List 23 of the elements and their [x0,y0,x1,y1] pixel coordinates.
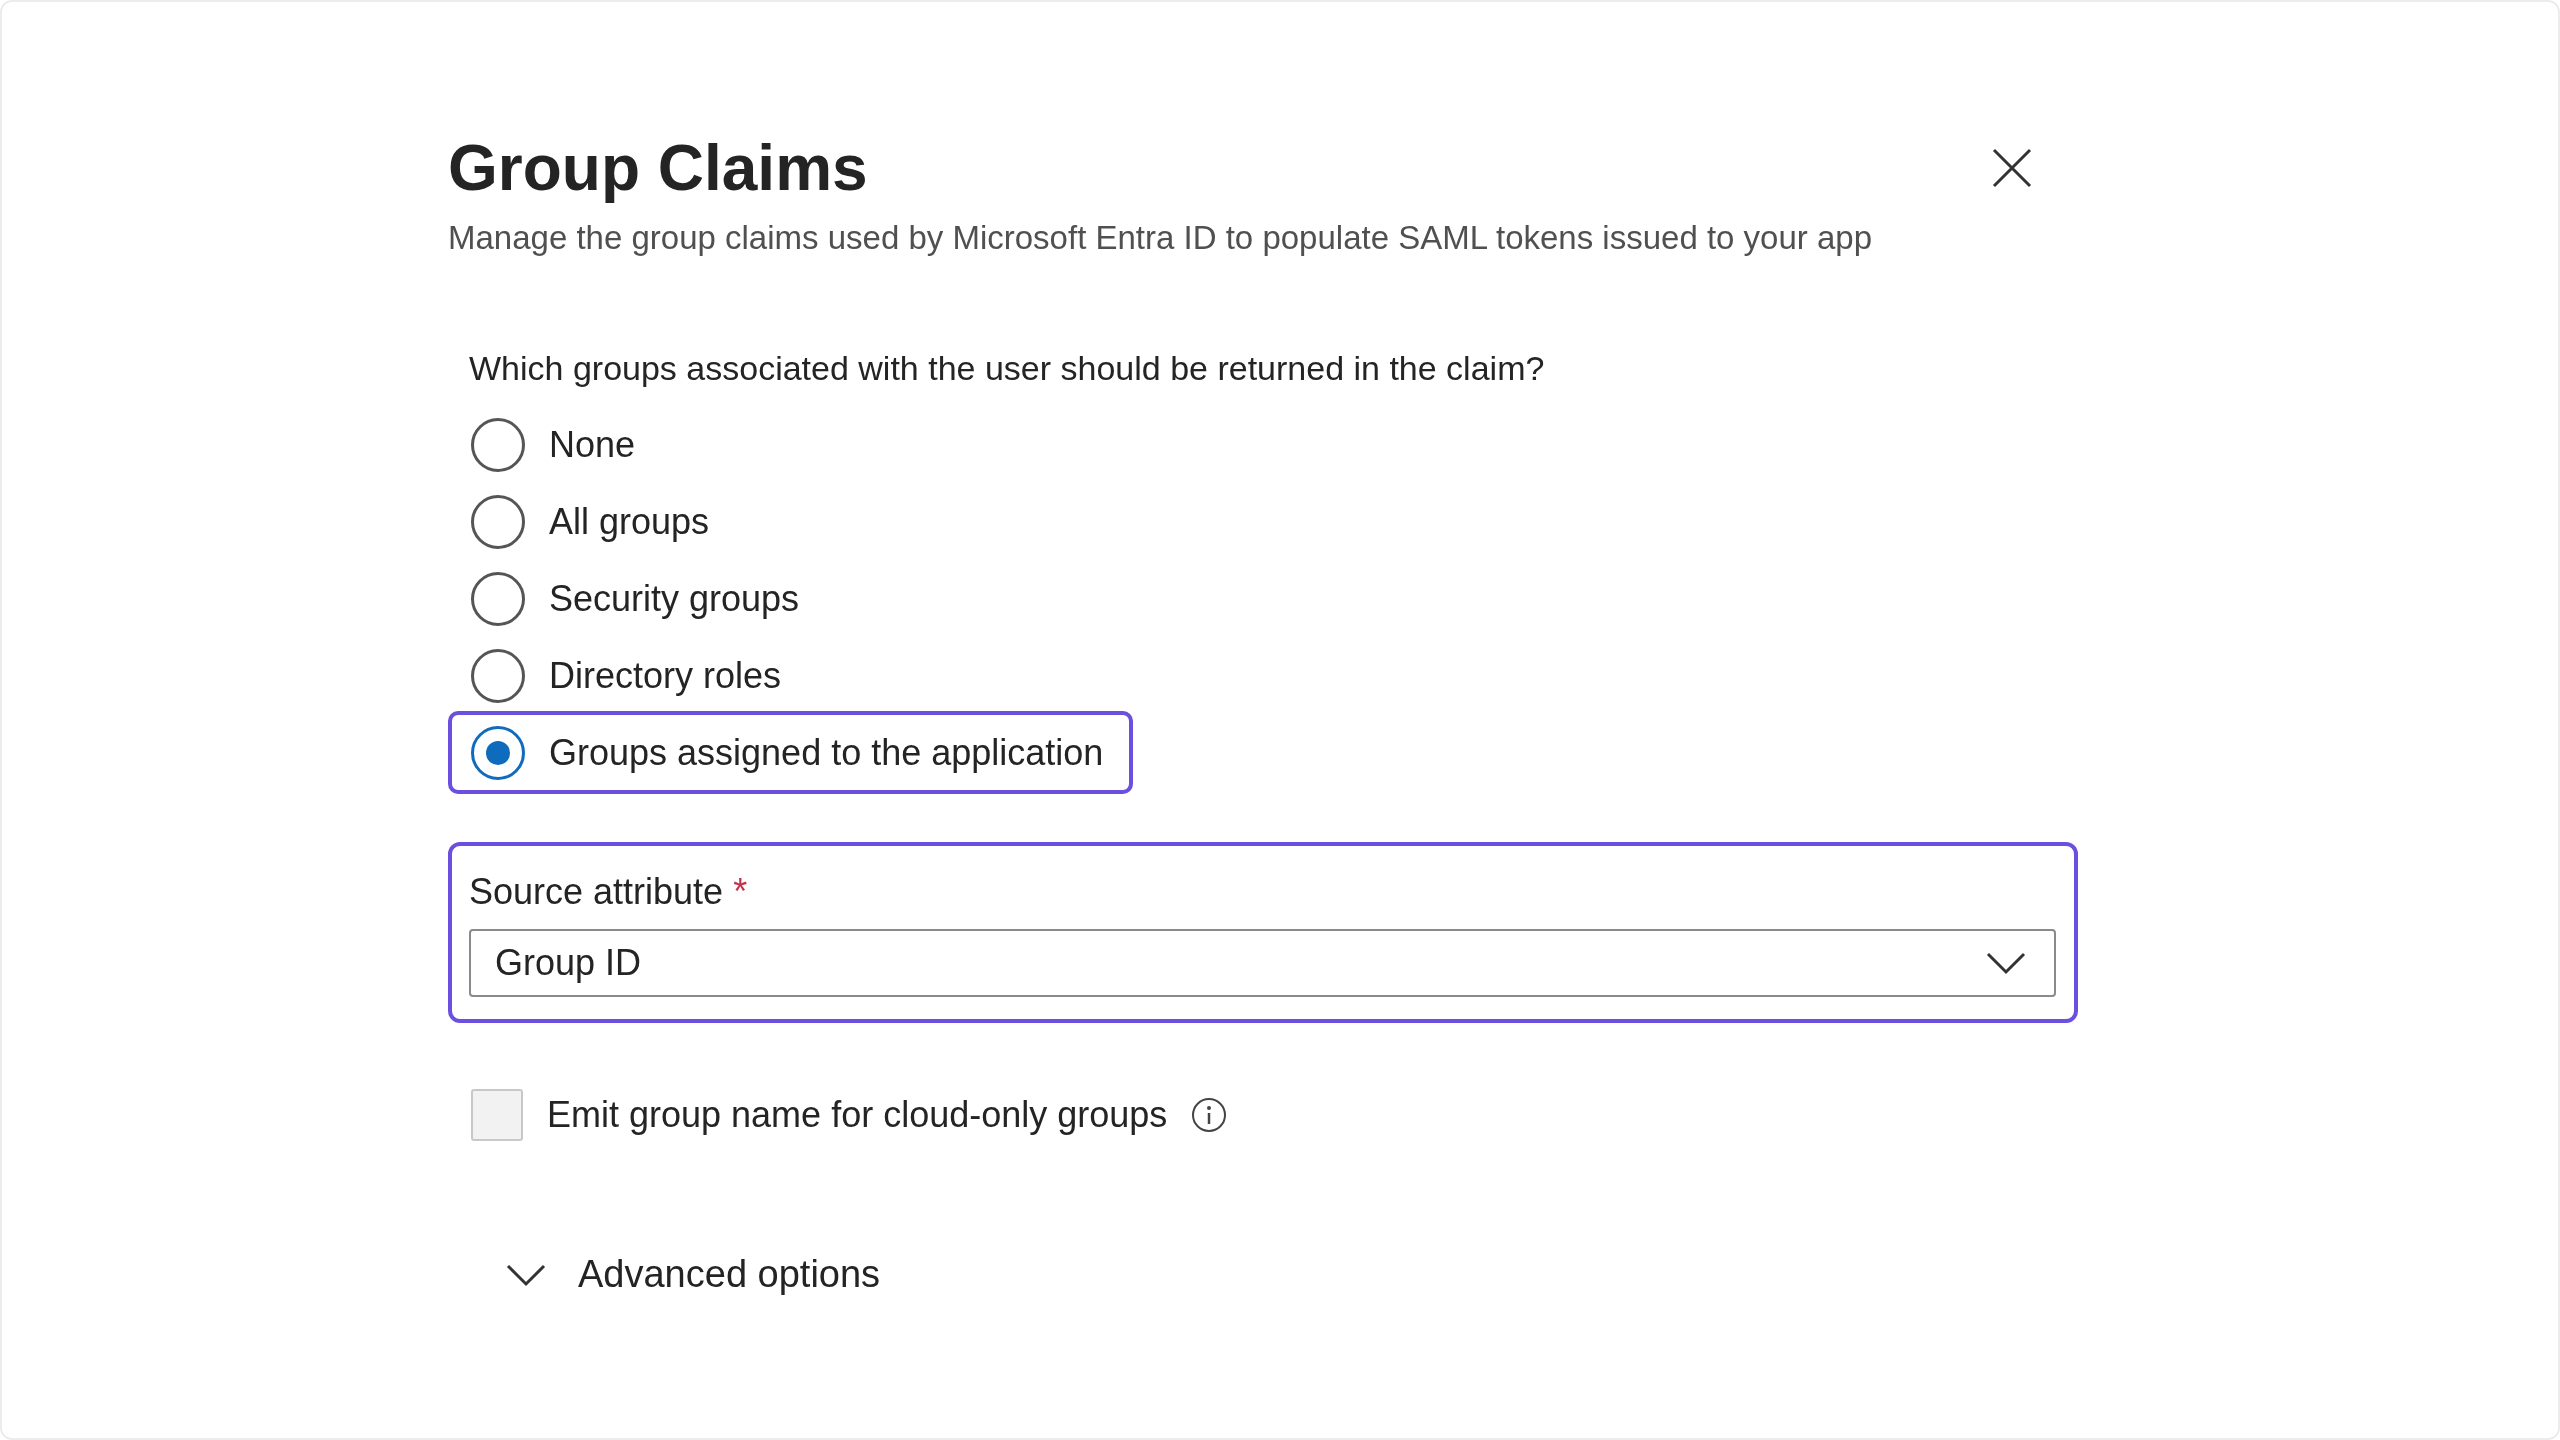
question-text: Which groups associated with the user should be returned in the claim? [469,348,1545,389]
checkbox-label: Emit group name for cloud-only groups [547,1094,1168,1136]
dialog-subtitle: Manage the group claims used by Microsoft Entra ID to populate SAML tokens issued to your app [448,218,1873,258]
radio-option[interactable]: Directory roles [448,637,812,714]
info-icon[interactable] [1191,1097,1228,1133]
radio-option[interactable]: All groups [448,483,740,560]
close-icon [1992,148,2032,188]
advanced-options-toggle[interactable]: Advanced options [506,1253,881,1296]
radio-button[interactable] [471,571,525,626]
radio-option[interactable]: Groups assigned to the application [448,711,1134,794]
radio-button[interactable] [471,494,525,549]
checkbox[interactable] [471,1089,523,1141]
required-mark: * [733,870,748,914]
field-label: Source attribute [469,870,724,914]
chevron-down-icon [1986,951,2026,975]
source-attribute-dropdown[interactable]: Group ID [469,929,2056,997]
radio-button[interactable] [471,725,525,780]
dialog-title: Group Claims [448,131,868,206]
radio-button[interactable] [471,648,525,703]
radio-option[interactable]: Security groups [448,560,830,637]
chevron-down-icon [506,1262,546,1287]
radio-option[interactable]: None [448,406,666,483]
radio-button[interactable] [471,417,525,472]
